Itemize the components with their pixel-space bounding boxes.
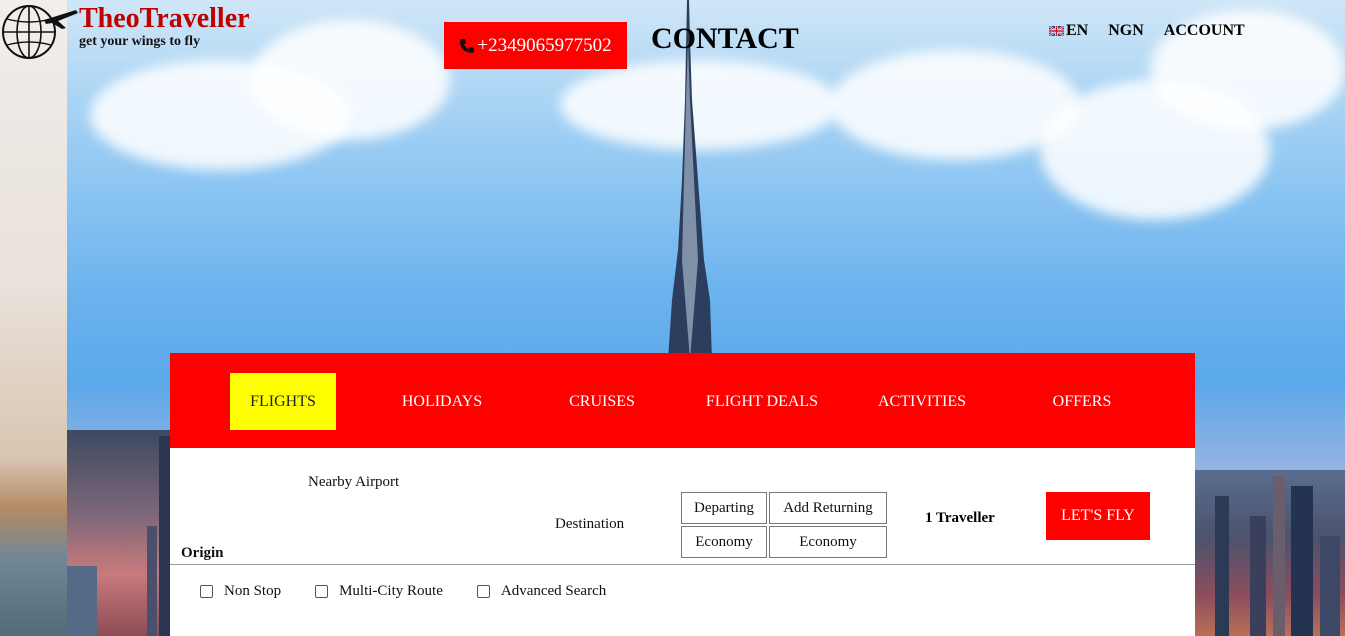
- search-panel: FLIGHTS HOLIDAYS CRUISES FLIGHT DEALS AC…: [170, 353, 1195, 636]
- advanced-search-label: Advanced Search: [500, 583, 607, 599]
- tab-activities[interactable]: ACTIVITIES: [868, 373, 976, 430]
- flight-search-form: Nearby Airport Origin Destination Depart…: [170, 448, 1195, 564]
- non-stop-checkbox[interactable]: [200, 585, 213, 598]
- language-selector[interactable]: EN: [1049, 22, 1088, 40]
- background-left-strip: [0, 0, 67, 636]
- phone-button[interactable]: +2349065977502: [444, 22, 627, 69]
- destination-field[interactable]: Destination: [555, 516, 624, 533]
- search-options: Non Stop Multi-City Route Advanced Searc…: [200, 583, 640, 600]
- logo[interactable]: [0, 2, 80, 60]
- cabin-class-return-select[interactable]: Economy: [769, 526, 887, 558]
- non-stop-label: Non Stop: [224, 583, 282, 599]
- cloud: [250, 20, 450, 140]
- travellers-selector[interactable]: 1 Traveller: [925, 510, 995, 527]
- city-skyline-left: [67, 430, 177, 636]
- advanced-search-checkbox[interactable]: [476, 585, 490, 598]
- multi-city-checkbox[interactable]: [315, 585, 329, 598]
- returning-date-field[interactable]: Add Returning: [769, 492, 887, 524]
- multi-city-label: Multi-City Route: [339, 583, 443, 599]
- non-stop-option[interactable]: Non Stop: [200, 583, 281, 600]
- phone-number: +2349065977502: [477, 34, 612, 56]
- tab-cruises[interactable]: CRUISES: [552, 373, 652, 430]
- departing-date-field[interactable]: Departing: [681, 492, 767, 524]
- uk-flag-icon: [1049, 26, 1064, 36]
- multi-city-option[interactable]: Multi-City Route: [315, 583, 443, 600]
- lets-fly-button[interactable]: LET'S FLY: [1046, 492, 1150, 540]
- account-link[interactable]: ACCOUNT: [1164, 22, 1245, 40]
- contact-link[interactable]: CONTACT: [651, 22, 799, 56]
- divider: [170, 564, 1195, 565]
- tab-flight-deals[interactable]: FLIGHT DEALS: [694, 373, 830, 430]
- brand-name: TheoTraveller: [79, 3, 250, 34]
- phone-icon: [460, 38, 475, 53]
- brand-tagline: get your wings to fly: [79, 34, 201, 49]
- city-skyline-right: [1195, 470, 1345, 636]
- globe-plane-icon: [2, 5, 78, 59]
- advanced-search-option[interactable]: Advanced Search: [476, 583, 607, 600]
- brand: TheoTraveller get your wings to fly: [79, 3, 250, 50]
- tab-flights[interactable]: FLIGHTS: [230, 373, 336, 430]
- product-tabs: FLIGHTS HOLIDAYS CRUISES FLIGHT DEALS AC…: [170, 353, 1195, 448]
- tab-holidays[interactable]: HOLIDAYS: [388, 373, 496, 430]
- currency-selector[interactable]: NGN: [1108, 22, 1144, 40]
- tab-offers[interactable]: OFFERS: [1036, 373, 1128, 430]
- cabin-class-outbound-select[interactable]: Economy: [681, 526, 767, 558]
- origin-field[interactable]: Origin: [181, 545, 224, 562]
- language-label: EN: [1066, 22, 1089, 39]
- top-nav: EN NGN ACCOUNT: [1049, 22, 1245, 40]
- nearby-airport-toggle[interactable]: Nearby Airport: [308, 474, 399, 491]
